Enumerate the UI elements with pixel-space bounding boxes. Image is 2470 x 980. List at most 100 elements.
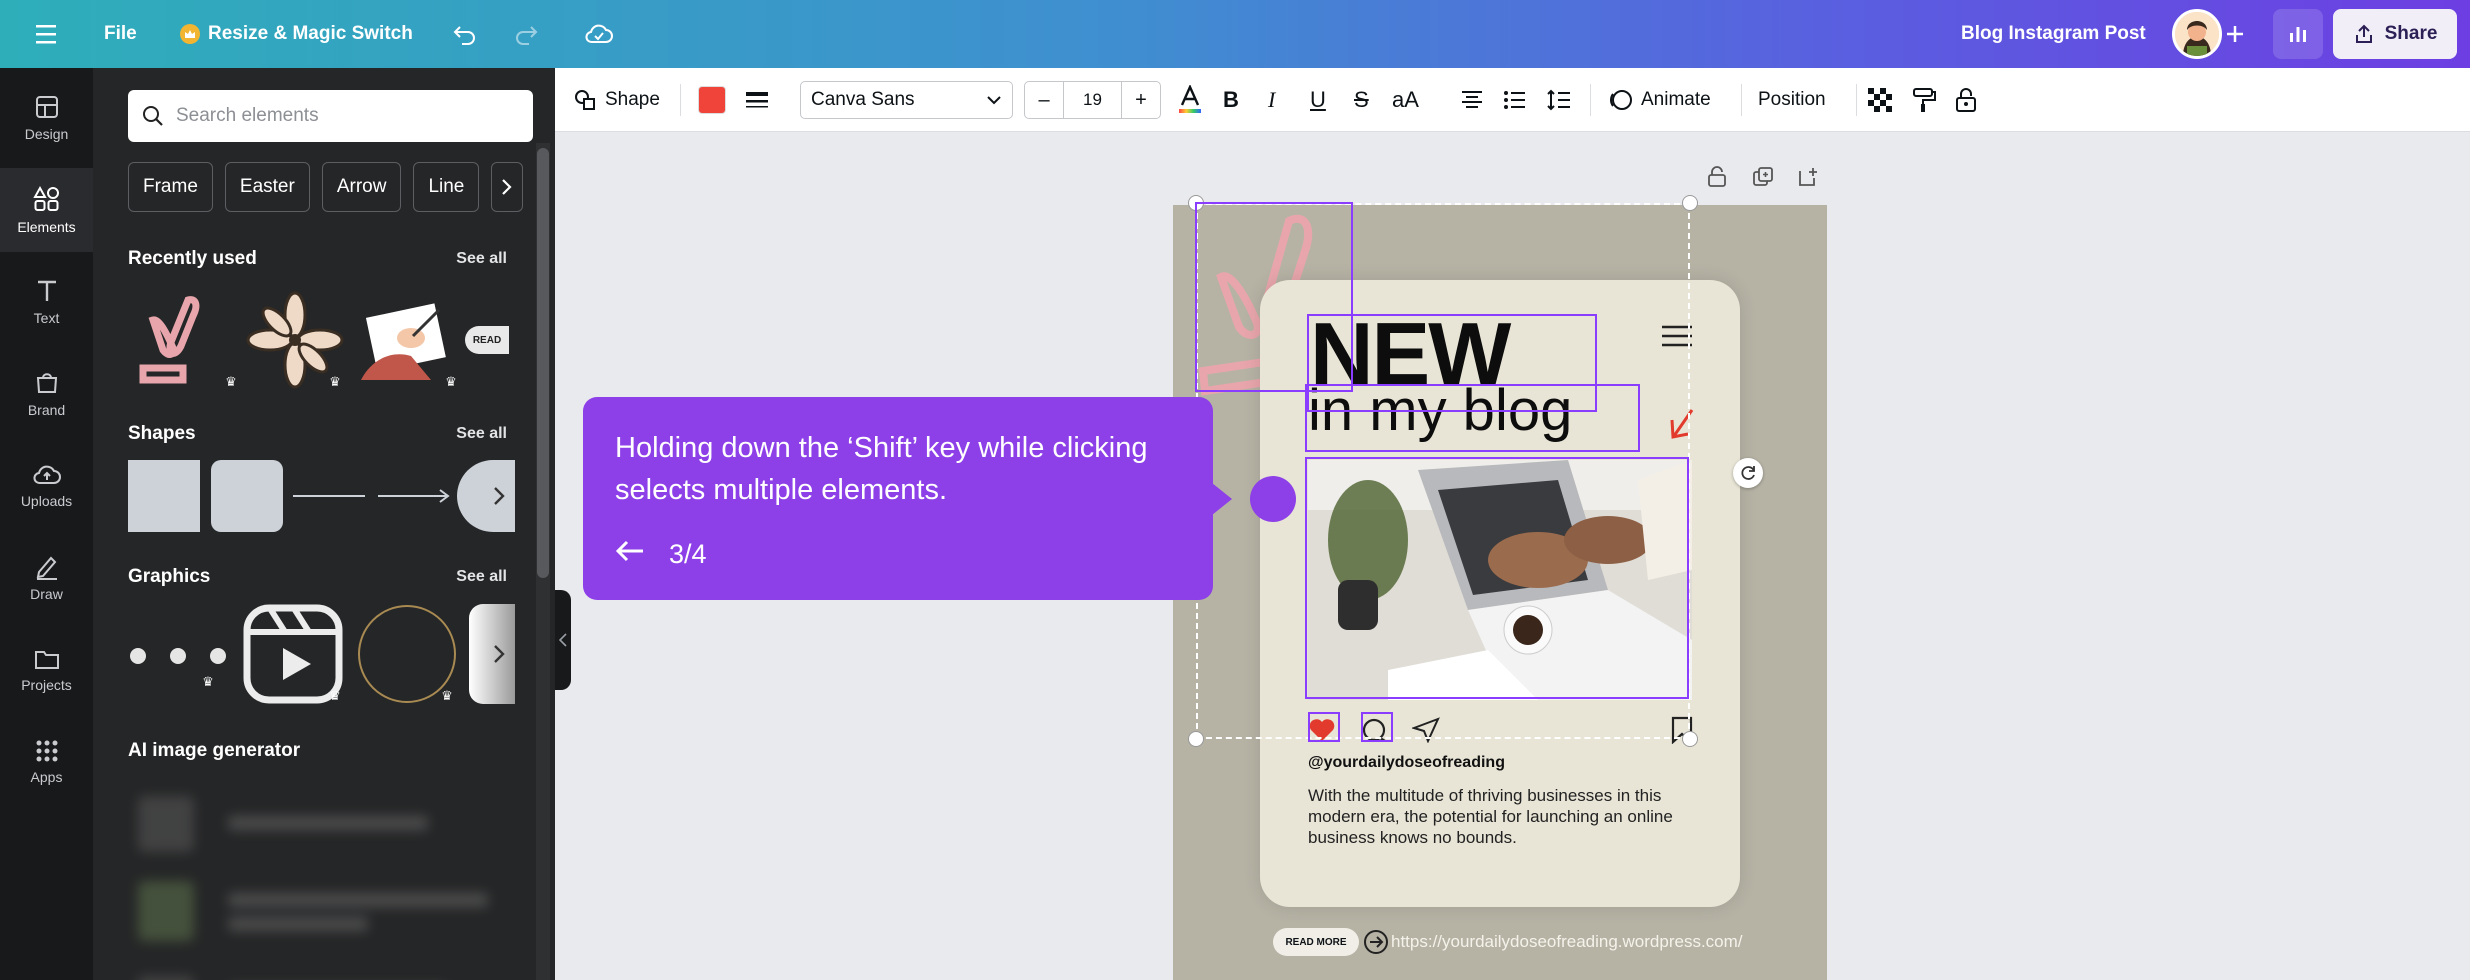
shape-icon [575, 90, 595, 110]
share-button[interactable]: Share [2333, 9, 2457, 59]
list-icon[interactable] [1503, 68, 1527, 132]
ai-suggestion-blurred-1[interactable] [128, 788, 488, 863]
resize-handle[interactable] [1188, 731, 1204, 747]
bold-icon[interactable]: B [1223, 68, 1239, 132]
ai-suggestion-blurred-3[interactable] [128, 968, 488, 980]
menu-icon[interactable] [34, 0, 58, 68]
shape-circle-partial[interactable] [457, 460, 515, 532]
rail-item-text[interactable]: Text [0, 260, 93, 344]
account-handle[interactable]: @yourdailydoseofreading [1308, 754, 1505, 772]
add-collaborator-icon[interactable] [2224, 0, 2246, 68]
font-size-decrease-button[interactable]: – [1025, 81, 1063, 119]
shape-square[interactable] [128, 460, 200, 532]
graphic-video-clapper[interactable]: ♛ [241, 602, 345, 711]
resize-handle[interactable] [1682, 731, 1698, 747]
animate-button[interactable]: Animate [1607, 68, 1711, 132]
recent-read-badge-thumbnail[interactable]: READ [465, 326, 509, 354]
ai-suggestion-blurred-2[interactable] [128, 873, 528, 958]
collapse-panel-button[interactable] [555, 590, 571, 690]
rail-item-uploads[interactable]: Uploads [0, 444, 93, 528]
shapes-next-icon[interactable] [493, 486, 505, 511]
shape-rounded-square[interactable] [211, 460, 283, 532]
rail-label: Brand [27, 402, 66, 418]
border-style-icon[interactable] [745, 68, 769, 132]
rail-item-elements[interactable]: Elements [0, 168, 93, 252]
rail-label: Apps [30, 769, 63, 785]
post-description[interactable]: With the multitude of thriving businesse… [1308, 785, 1708, 848]
rail-label: Elements [17, 219, 76, 235]
strikethrough-icon[interactable]: S [1354, 68, 1369, 132]
read-more-pill[interactable]: READ MORE [1273, 928, 1359, 956]
rail-item-brand[interactable]: Brand [0, 352, 93, 436]
see-all-shapes[interactable]: See all [456, 425, 507, 443]
rail-label: Draw [30, 586, 63, 602]
recent-writing-hand-thumbnail[interactable]: ♛ [351, 290, 461, 395]
resize-handle[interactable] [1682, 195, 1698, 211]
graphic-gold-circle[interactable]: ♛ [355, 602, 459, 711]
align-center-icon[interactable] [1460, 68, 1484, 132]
rail-item-apps[interactable]: Apps [0, 720, 93, 804]
suggestion-chips: Frame Easter Arrow Line [128, 162, 524, 212]
chevron-down-icon [987, 96, 1001, 105]
paint-roller-icon[interactable] [1912, 68, 1936, 132]
chip-frame[interactable]: Frame [128, 162, 213, 212]
file-menu[interactable]: File [104, 0, 137, 68]
tooltip-text: Holding down the ‘Shift’ key while click… [615, 432, 1148, 506]
avatar[interactable] [2172, 9, 2222, 59]
cloud-save-icon[interactable] [584, 0, 614, 68]
search-box[interactable] [128, 90, 533, 142]
font-size-increase-button[interactable]: + [1122, 81, 1160, 119]
panel-scrollbar-thumb[interactable] [537, 148, 549, 578]
position-button[interactable]: Position [1758, 68, 1826, 132]
rail-item-draw[interactable]: Draw [0, 536, 93, 620]
selected-heart [1308, 712, 1340, 742]
duplicate-icon[interactable] [1752, 166, 1774, 193]
graphics-next-icon[interactable] [493, 644, 505, 669]
shape-line[interactable] [293, 495, 365, 497]
search-input[interactable] [176, 105, 506, 127]
letter-case-button[interactable]: aA [1392, 68, 1419, 132]
lock-icon[interactable] [1955, 68, 1977, 132]
shape-button[interactable]: Shape [573, 68, 660, 132]
document-title[interactable]: Blog Instagram Post [1961, 0, 2146, 68]
font-family-select[interactable]: Canva Sans [800, 81, 1013, 119]
rail-label: Design [24, 126, 69, 142]
transparency-icon[interactable] [1868, 68, 1892, 132]
rail-label: Text [33, 310, 60, 326]
font-size-input[interactable]: 19 [1063, 81, 1122, 119]
text-color-icon[interactable] [1177, 68, 1203, 132]
chip-line[interactable]: Line [413, 162, 480, 212]
spacing-icon[interactable] [1546, 68, 1572, 132]
arrow-circle-icon[interactable] [1363, 929, 1389, 955]
back-arrow-icon[interactable] [615, 537, 645, 571]
underline-icon[interactable]: U [1310, 68, 1326, 132]
recent-flower-thumbnail[interactable]: ♛ [245, 290, 345, 395]
elements-icon [32, 185, 59, 211]
undo-icon[interactable] [452, 0, 478, 68]
recent-pink-marks-thumbnail[interactable]: ♛ [133, 290, 237, 395]
chip-easter[interactable]: Easter [224, 162, 310, 212]
italic-icon[interactable]: I [1268, 68, 1275, 132]
insights-icon[interactable] [2273, 9, 2323, 59]
chips-next-button[interactable] [491, 162, 524, 212]
graphic-three-dots[interactable]: ♛ [128, 644, 228, 689]
rail-item-design[interactable]: Design [0, 76, 93, 160]
share-label: Share [2384, 23, 2438, 44]
selected-headline-sub [1305, 384, 1640, 452]
color-swatch [698, 86, 726, 114]
tooltip-arrow [1212, 483, 1232, 515]
font-family-value: Canva Sans [811, 89, 915, 110]
see-all-recently-used[interactable]: See all [456, 250, 507, 268]
add-page-icon[interactable] [1797, 166, 1819, 193]
shape-color-button[interactable] [698, 68, 726, 132]
resize-magic-switch-button[interactable]: Resize & Magic Switch [180, 0, 413, 68]
rotate-handle[interactable] [1733, 458, 1763, 488]
redo-icon[interactable] [513, 0, 539, 68]
graphic-partial-thumbnail[interactable] [469, 604, 515, 704]
chip-arrow[interactable]: Arrow [321, 162, 402, 212]
shape-arrow-line[interactable] [376, 486, 452, 511]
blog-url[interactable]: https://yourdailydoseofreading.wordpress… [1391, 932, 1743, 952]
lock-element-icon[interactable] [1707, 166, 1727, 193]
rail-item-projects[interactable]: Projects [0, 628, 93, 712]
see-all-graphics[interactable]: See all [456, 568, 507, 586]
